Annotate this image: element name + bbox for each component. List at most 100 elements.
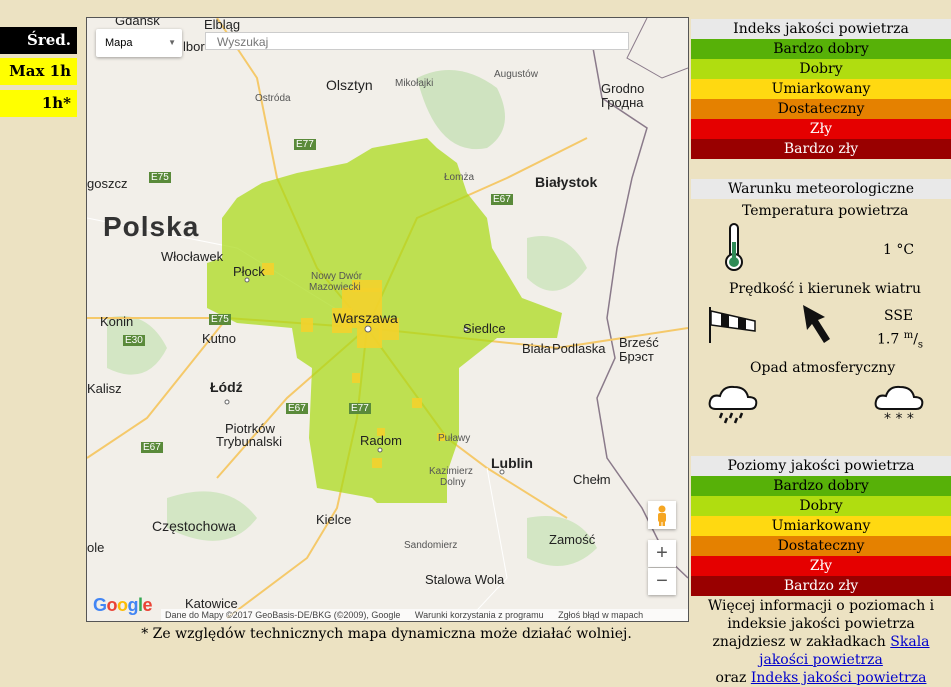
map-label: Kazimierz xyxy=(429,466,473,477)
levels-level: Dobry xyxy=(691,496,951,516)
road-shield: E75 xyxy=(209,314,231,325)
zoom-in-button[interactable]: + xyxy=(648,540,676,567)
tab-max-1h[interactable]: Max 1h xyxy=(0,58,77,85)
search-input[interactable]: Wyszukaj xyxy=(205,32,629,50)
rain-cloud-icon xyxy=(708,385,758,424)
map-label: Olsztyn xyxy=(326,77,373,93)
map-label: Mazowiecki xyxy=(309,282,361,293)
levels-level: Dostateczny xyxy=(691,536,951,556)
index-level: Bardzo zły xyxy=(691,139,951,159)
tab-avg-24h[interactable]: Śred. 24h xyxy=(0,27,77,76)
map-label: Zamość xyxy=(549,532,596,547)
zoom-out-button[interactable]: − xyxy=(648,568,676,595)
wind-direction-arrow-icon xyxy=(803,305,830,343)
tab-1h[interactable]: 1h* xyxy=(0,90,77,117)
map-label: Podlaska xyxy=(552,341,606,356)
map-label: Łomża xyxy=(444,172,475,183)
map-label: Kielce xyxy=(316,512,352,527)
map-label: Trybunalski xyxy=(216,434,282,449)
map-label: ole xyxy=(87,540,105,555)
levels-level: Zły xyxy=(691,556,951,576)
street-view-pegman-icon[interactable] xyxy=(648,501,676,529)
road-shield: E30 xyxy=(123,335,145,346)
map-label: Chełm xyxy=(573,472,611,487)
index-title: Indeks jakości powietrza xyxy=(691,19,951,39)
meteo-title-text: Warunku meteorologiczne xyxy=(691,179,951,199)
road-shield: E77 xyxy=(349,403,371,414)
index-link[interactable]: Indeks jakości powietrza xyxy=(751,670,927,686)
map-label: Białystok xyxy=(535,174,598,190)
map-label: Nowy Dwór xyxy=(311,271,363,282)
wind-unit-s: s xyxy=(917,339,924,351)
map-note: * Ze względów technicznych mapa dynamicz… xyxy=(141,626,632,642)
map-attribution: Dane do Mapy ©2017 GeoBasis-DE/BKG (©200… xyxy=(161,609,688,621)
temp-label: Temperatura powietrza xyxy=(742,203,909,219)
road-shield: E67 xyxy=(491,194,513,205)
road-shield: E67 xyxy=(141,442,163,453)
thermometer-icon xyxy=(725,223,743,271)
wind-label: Prędkość i kierunek wiatru xyxy=(729,281,922,297)
map-label: Elbląg xyxy=(204,17,241,32)
road-shield: E75 xyxy=(149,172,171,183)
temp-value: 1 °C xyxy=(883,242,915,258)
precip-label: Opad atmosferyczny xyxy=(750,360,896,376)
map-label: Augustów xyxy=(494,69,538,80)
map-label: Brześć xyxy=(619,335,659,350)
levels-level: Bardzo dobry xyxy=(691,476,951,496)
index-level: Umiarkowany xyxy=(691,79,951,99)
levels-level: Bardzo zły xyxy=(691,576,951,596)
levels-legend: Poziomy jakości powietrza Bardzo dobry D… xyxy=(691,456,951,596)
info-text: Więcej informacji o poziomach i indeksie… xyxy=(691,597,951,687)
wind-speed-value: 1.7 xyxy=(877,331,900,348)
map-label: Konin xyxy=(100,314,134,329)
map-label: lbor xyxy=(183,39,205,54)
map-type-select[interactable]: Mapa ▼ xyxy=(96,29,182,57)
report-error-link[interactable]: Zgłoś błąd w mapach xyxy=(558,610,643,620)
legend-index: Indeks jakości powietrza Bardzo dobry Do… xyxy=(691,19,951,159)
wind-direction: SSE xyxy=(884,308,914,324)
index-level: Dostateczny xyxy=(691,99,951,119)
levels-level: Umiarkowany xyxy=(691,516,951,536)
wind-unit-m: m xyxy=(903,330,914,341)
map[interactable]: Mapa ▼ Wyszukaj Gdańsk Elbląg lbor Olszty… xyxy=(86,17,689,622)
map-label: Częstochowa xyxy=(152,518,237,534)
map-label: Puławy xyxy=(438,433,471,444)
map-label: Radom xyxy=(360,433,402,448)
map-label: Dolny xyxy=(440,477,466,488)
map-label: Biała xyxy=(522,341,551,356)
wind-speed: 1.7 m/s xyxy=(877,330,924,351)
map-label: Siedlce xyxy=(463,321,506,336)
map-label: Ostróda xyxy=(255,93,291,104)
map-label: Gdańsk xyxy=(115,17,160,28)
map-label: Брэст xyxy=(619,349,654,364)
map-label: goszcz xyxy=(87,176,128,191)
index-level: Dobry xyxy=(691,59,951,79)
road-shield: E77 xyxy=(294,139,316,150)
attribution-data: Dane do Mapy ©2017 GeoBasis-DE/BKG (©200… xyxy=(165,610,401,620)
map-label: Płock xyxy=(233,264,265,279)
map-label: Warszawa xyxy=(333,310,398,326)
map-label: Гродна xyxy=(601,95,644,110)
map-label: Sandomierz xyxy=(404,540,458,551)
index-level: Bardzo dobry xyxy=(691,39,951,59)
meteo-title: Warunku meteorologiczne xyxy=(691,179,951,199)
map-label: Łódź xyxy=(210,379,243,395)
levels-title: Poziomy jakości powietrza xyxy=(691,456,951,476)
terms-link[interactable]: Warunki korzystania z programu xyxy=(415,610,544,620)
map-label: Kutno xyxy=(202,331,236,346)
map-label: Kalisz xyxy=(87,381,122,396)
road-shield: E67 xyxy=(286,403,308,414)
map-label: Włocławek xyxy=(161,249,224,264)
map-label: Lublin xyxy=(491,455,533,471)
index-level: Zły xyxy=(691,119,951,139)
google-logo: Google xyxy=(93,595,153,615)
svg-text:* * *: * * * xyxy=(884,411,914,425)
snow-cloud-icon: * * * xyxy=(874,385,924,425)
info-text-2: oraz xyxy=(715,670,747,686)
map-label-country: Polska xyxy=(103,211,200,242)
map-label: Mikołajki xyxy=(395,78,434,89)
map-label: Stalowa Wola xyxy=(425,572,505,587)
map-label: Grodno xyxy=(601,81,645,96)
windsock-icon xyxy=(709,307,756,343)
chevron-down-icon: ▼ xyxy=(168,38,176,47)
